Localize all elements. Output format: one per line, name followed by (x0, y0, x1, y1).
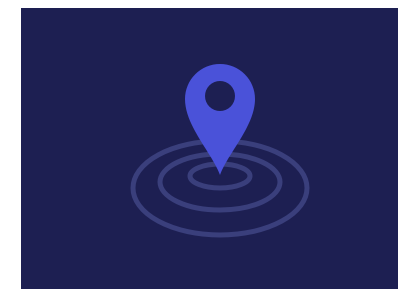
illustration-panel (21, 8, 398, 289)
location-illustration (130, 64, 310, 238)
pin-hole (205, 81, 235, 111)
